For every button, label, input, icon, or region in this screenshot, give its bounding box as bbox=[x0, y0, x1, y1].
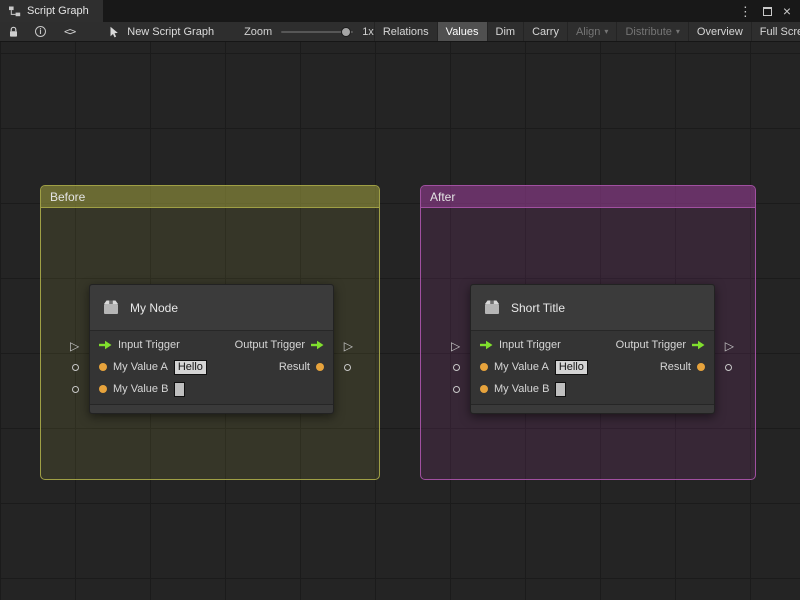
script-graph-icon bbox=[8, 6, 21, 17]
info-icon[interactable]: i bbox=[27, 22, 54, 41]
zoom-knob[interactable] bbox=[341, 26, 352, 37]
flow-input-port-outline[interactable]: ▷ bbox=[70, 340, 79, 352]
tab-script-graph[interactable]: Script Graph bbox=[0, 0, 103, 22]
value-b-port[interactable]: My Value B bbox=[480, 381, 567, 397]
node-ports: Input Trigger Output Trigger My Value A … bbox=[90, 331, 333, 400]
tab-bar: Script Graph ⋮ × bbox=[0, 0, 800, 22]
value-b-input[interactable] bbox=[174, 381, 186, 397]
distribute-label: Distribute bbox=[625, 25, 672, 38]
node-header[interactable]: My Node bbox=[90, 285, 333, 331]
values-button[interactable]: Values bbox=[436, 22, 487, 41]
pointer-icon bbox=[109, 26, 120, 38]
value-input-port-outline[interactable] bbox=[453, 364, 460, 371]
flow-arrow-icon bbox=[99, 340, 112, 350]
carry-button[interactable]: Carry bbox=[523, 22, 567, 41]
graph-editor-window: Script Graph ⋮ × i <> New Script Graph Z… bbox=[0, 0, 800, 600]
value-port-icon bbox=[480, 385, 488, 393]
group-after[interactable]: After Short Title Input Trigger Output T… bbox=[420, 185, 756, 480]
group-title: Before bbox=[50, 189, 86, 204]
overview-button[interactable]: Overview bbox=[687, 22, 751, 41]
node-box-icon bbox=[482, 298, 502, 318]
tab-label: Script Graph bbox=[27, 5, 89, 17]
value-output-port-outline[interactable] bbox=[725, 364, 732, 371]
flow-output-port-outline[interactable]: ▷ bbox=[344, 340, 353, 352]
close-icon[interactable]: × bbox=[783, 4, 791, 18]
value-input-port-outline[interactable] bbox=[72, 386, 79, 393]
value-a-input[interactable]: Hello bbox=[554, 359, 588, 375]
lock-icon[interactable] bbox=[0, 22, 27, 41]
value-a-port[interactable]: My Value A Hello bbox=[480, 359, 588, 375]
fullscreen-button[interactable]: Full Screen bbox=[750, 22, 800, 41]
align-label: Align bbox=[575, 25, 601, 38]
port-label: My Value B bbox=[494, 383, 550, 395]
node-footer bbox=[90, 404, 333, 413]
graph-node[interactable]: My Node Input Trigger Output Trigger My … bbox=[70, 284, 353, 414]
zoom-slider[interactable] bbox=[281, 26, 354, 37]
graph-name[interactable]: New Script Graph bbox=[109, 26, 214, 38]
group-before[interactable]: Before My Node Input Trigger Output Trig… bbox=[40, 185, 380, 480]
port-label: Result bbox=[659, 361, 691, 373]
flow-arrow-icon bbox=[692, 340, 705, 350]
value-port-icon bbox=[99, 363, 107, 371]
zoom-value: 1x bbox=[362, 25, 374, 38]
relations-button[interactable]: Relations bbox=[373, 22, 437, 41]
port-label: Output Trigger bbox=[234, 339, 305, 351]
zoom-label: Zoom bbox=[244, 25, 273, 38]
toolbar-buttons: Relations Values Dim Carry Align ▾ Distr… bbox=[373, 22, 800, 41]
flow-output-port-outline[interactable]: ▷ bbox=[725, 340, 734, 352]
value-a-input[interactable]: Hello bbox=[173, 359, 207, 375]
chevron-down-icon: ▾ bbox=[604, 27, 609, 36]
port-label: My Value B bbox=[113, 383, 169, 395]
value-port-icon bbox=[480, 363, 488, 371]
port-label: Output Trigger bbox=[615, 339, 686, 351]
value-b-port[interactable]: My Value B bbox=[99, 381, 186, 397]
chevron-down-icon: ▾ bbox=[675, 27, 680, 36]
node-ports: Input Trigger Output Trigger My Value A … bbox=[471, 331, 714, 400]
output-trigger-port[interactable]: Output Trigger bbox=[235, 339, 324, 351]
input-trigger-port[interactable]: Input Trigger bbox=[480, 339, 561, 351]
node-box-icon bbox=[101, 298, 121, 318]
value-port-icon bbox=[697, 363, 705, 371]
graph-name-label: New Script Graph bbox=[127, 25, 215, 38]
node-title: Short Title bbox=[511, 300, 566, 315]
menu-kebab-icon[interactable]: ⋮ bbox=[739, 5, 752, 18]
code-icon[interactable]: <> bbox=[54, 22, 85, 41]
port-label: Input Trigger bbox=[118, 339, 180, 351]
port-label: Input Trigger bbox=[499, 339, 561, 351]
group-header[interactable]: After bbox=[421, 186, 755, 208]
maximize-icon[interactable] bbox=[762, 6, 772, 16]
value-input-port-outline[interactable] bbox=[72, 364, 79, 371]
group-header[interactable]: Before bbox=[41, 186, 379, 208]
node-footer bbox=[471, 404, 714, 413]
node-title: My Node bbox=[130, 300, 179, 315]
group-title: After bbox=[430, 189, 456, 204]
flow-input-port-outline[interactable]: ▷ bbox=[451, 340, 460, 352]
flow-arrow-icon bbox=[311, 340, 324, 350]
node-header[interactable]: Short Title bbox=[471, 285, 714, 331]
result-port[interactable]: Result bbox=[660, 361, 705, 373]
value-b-input[interactable] bbox=[555, 381, 567, 397]
input-trigger-port[interactable]: Input Trigger bbox=[99, 339, 180, 351]
graph-node[interactable]: Short Title Input Trigger Output Trigger bbox=[451, 284, 734, 414]
value-port-icon bbox=[316, 363, 324, 371]
port-label: My Value A bbox=[494, 361, 549, 373]
window-controls: ⋮ × bbox=[739, 0, 800, 22]
zoom-control: Zoom 1x bbox=[244, 26, 374, 38]
value-input-port-outline[interactable] bbox=[453, 386, 460, 393]
value-output-port-outline[interactable] bbox=[344, 364, 351, 371]
port-label: My Value A bbox=[113, 361, 168, 373]
value-port-icon bbox=[99, 385, 107, 393]
graph-canvas[interactable]: Before My Node Input Trigger Output Trig… bbox=[0, 42, 800, 600]
distribute-dropdown[interactable]: Distribute ▾ bbox=[616, 22, 687, 41]
port-label: Result bbox=[278, 361, 310, 373]
graph-toolbar: i <> New Script Graph Zoom 1x Relations … bbox=[0, 22, 800, 42]
result-port[interactable]: Result bbox=[279, 361, 324, 373]
flow-arrow-icon bbox=[480, 340, 493, 350]
align-dropdown[interactable]: Align ▾ bbox=[566, 22, 616, 41]
output-trigger-port[interactable]: Output Trigger bbox=[616, 339, 705, 351]
value-a-port[interactable]: My Value A Hello bbox=[99, 359, 207, 375]
dim-button[interactable]: Dim bbox=[486, 22, 524, 41]
